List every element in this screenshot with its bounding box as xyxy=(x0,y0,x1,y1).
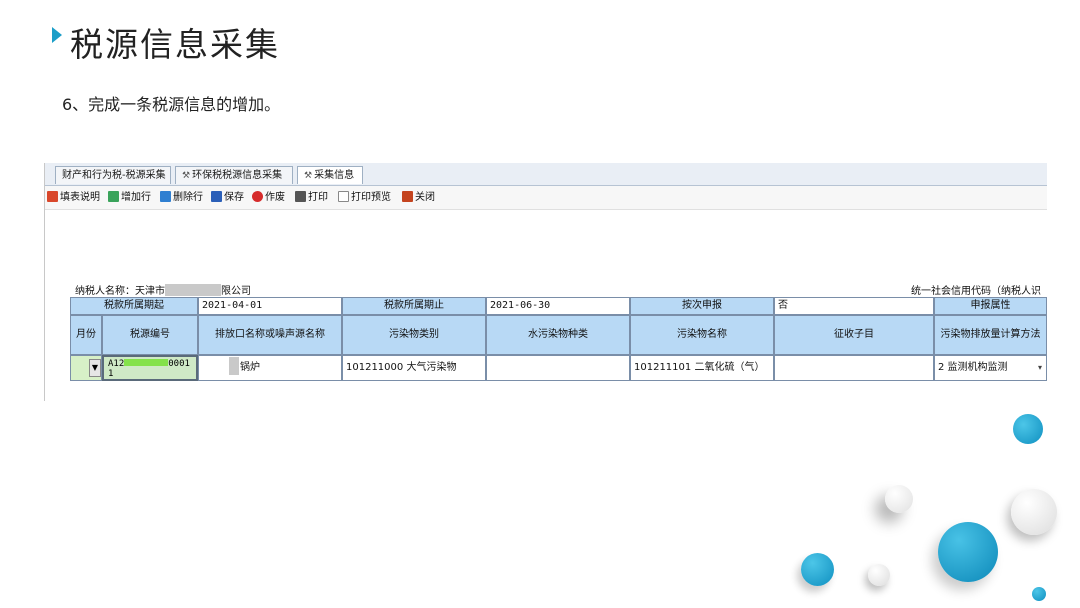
col-pollutant-name: 污染物名称 xyxy=(630,315,774,355)
col-outlet-name: 排放口名称或噪声源名称 xyxy=(198,315,342,355)
decor-circle xyxy=(938,522,998,582)
redaction-mask xyxy=(165,284,221,296)
chevron-down-icon[interactable]: ▾ xyxy=(1038,356,1042,380)
save-icon xyxy=(211,191,222,202)
tab-collect-info[interactable]: ⚒ 采集信息 xyxy=(297,166,363,184)
redaction-mask xyxy=(229,357,239,375)
save-button[interactable]: 保存 xyxy=(211,190,244,205)
credit-code-label: 统一社会信用代码（纳税人识 xyxy=(911,286,1041,297)
tab-bar: 财产和行为税-税源采集 ⚒ 环保税税源信息采集 ⚒ 采集信息 xyxy=(45,163,1047,186)
close-icon xyxy=(402,191,413,202)
col-month: 月份 xyxy=(70,315,102,355)
tools-icon: ⚒ xyxy=(304,171,313,181)
chevron-down-icon[interactable]: ▼ xyxy=(89,359,101,377)
delete-row-icon xyxy=(160,191,171,202)
col-pollutant-category: 污染物类别 xyxy=(342,315,486,355)
levy-item-field[interactable] xyxy=(774,355,934,381)
tax-app-window: 财产和行为税-税源采集 ⚒ 环保税税源信息采集 ⚒ 采集信息 填表说明 增加行 删除… xyxy=(44,163,1047,401)
decor-circle xyxy=(868,564,890,586)
print-preview-button[interactable]: 打印预览 xyxy=(338,190,391,205)
add-row-icon xyxy=(108,191,119,202)
per-time-value[interactable]: 否 xyxy=(774,297,934,315)
decor-circle xyxy=(1013,414,1043,444)
per-time-label: 按次申报 xyxy=(630,297,774,315)
tab-property-behavior-tax[interactable]: 财产和行为税-税源采集 xyxy=(55,166,171,184)
pollutant-category-field[interactable]: 101211000 大气污染物 xyxy=(342,355,486,381)
slide-subtitle: 6、完成一条税源信息的增加。 xyxy=(62,95,281,114)
tab-env-tax-collection[interactable]: ⚒ 环保税税源信息采集 xyxy=(175,166,293,184)
taxpayer-name: 纳税人名称：天津市 限公司 xyxy=(75,284,251,297)
void-icon xyxy=(252,191,263,202)
delete-row-button[interactable]: 删除行 xyxy=(160,190,203,205)
period-start-value[interactable]: 2021-04-01 xyxy=(198,297,342,315)
col-water-pollutant-type: 水污染物种类 xyxy=(486,315,630,355)
add-row-button[interactable]: 增加行 xyxy=(108,190,151,205)
print-preview-icon xyxy=(338,191,349,202)
tools-icon: ⚒ xyxy=(182,171,191,181)
decor-circle xyxy=(1011,489,1057,535)
col-calc-method: 污染物排放量计算方法 xyxy=(934,315,1047,355)
water-pollutant-type-field[interactable] xyxy=(486,355,630,381)
col-source-code: 税源编号 xyxy=(102,315,198,355)
decor-circle xyxy=(1032,587,1046,601)
period-start-label: 税款所属期起 xyxy=(70,297,198,315)
outlet-name-field[interactable]: 锅炉 xyxy=(198,355,342,381)
print-button[interactable]: 打印 xyxy=(295,190,328,205)
period-end-label: 税款所属期止 xyxy=(342,297,486,315)
form-help-button[interactable]: 填表说明 xyxy=(47,190,100,205)
toolbar: 填表说明 增加行 删除行 保存 作废 打印 打印预览 关闭 xyxy=(45,186,1047,210)
declare-attr-label: 申报属性 xyxy=(934,297,1047,315)
pollutant-name-field[interactable]: 101211101 二氧化硫（气） xyxy=(630,355,774,381)
source-code-field[interactable]: A12 0001 1 xyxy=(102,355,198,381)
form-help-icon xyxy=(47,191,58,202)
print-icon xyxy=(295,191,306,202)
period-end-value[interactable]: 2021-06-30 xyxy=(486,297,630,315)
void-button[interactable]: 作废 xyxy=(252,190,285,205)
col-levy-item: 征收子目 xyxy=(774,315,934,355)
calc-method-field[interactable]: 2 监测机构监测 ▾ xyxy=(934,355,1047,381)
slide-title: 税源信息采集 xyxy=(70,25,280,64)
decor-circle xyxy=(801,553,834,586)
title-marker-icon xyxy=(52,27,62,43)
decor-circle xyxy=(885,485,913,513)
close-button[interactable]: 关闭 xyxy=(402,190,435,205)
highlight-mask xyxy=(124,359,169,366)
